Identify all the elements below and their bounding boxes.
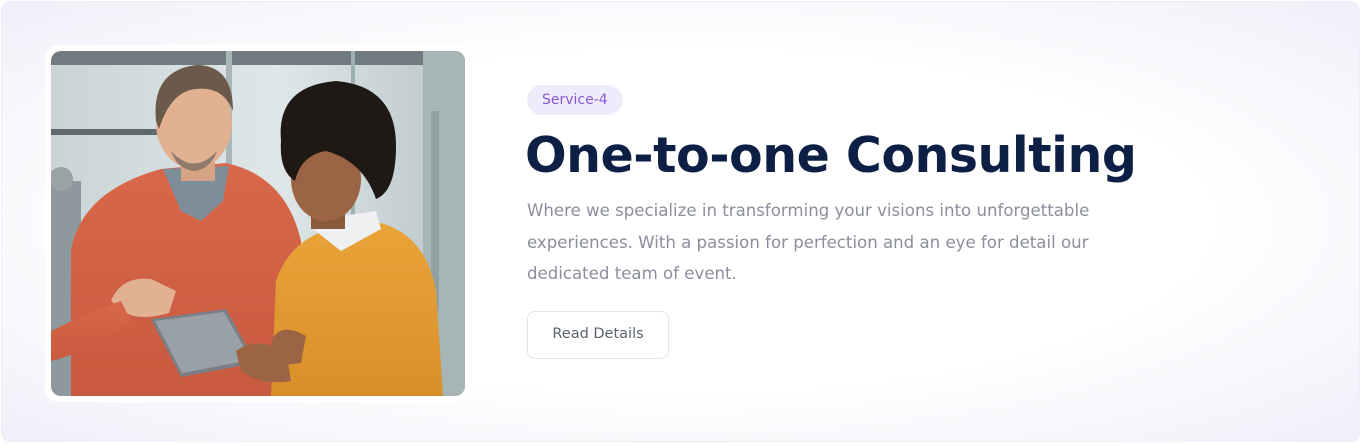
service-description: Where we specialize in transforming your… [527,201,1090,283]
service-content: Service-4 One-to-one Consulting Where we… [525,85,1167,359]
service-image [51,51,465,396]
read-details-button[interactable]: Read Details [527,311,669,359]
service-image-frame [45,45,470,402]
service-title: One-to-one Consulting [525,127,1137,184]
service-badge: Service-4 [527,85,623,115]
service-card: Service-4 One-to-one Consulting Where we… [1,1,1360,442]
